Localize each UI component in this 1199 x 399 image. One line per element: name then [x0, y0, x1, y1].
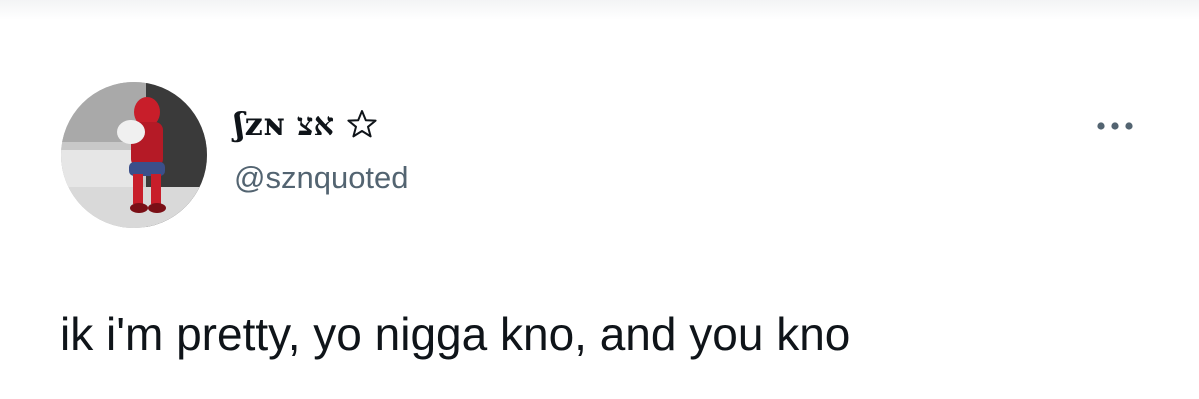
user-handle[interactable]: @sznquoted: [234, 160, 409, 196]
tweet-card: ʃzɴ אצ @sznquoted ik i'm pretty, yo nigg…: [0, 0, 1199, 399]
display-name[interactable]: ʃzɴ אצ: [234, 104, 378, 144]
avatar[interactable]: [61, 82, 207, 228]
avatar-image: [61, 82, 207, 228]
tweet-text: ik i'm pretty, yo nigga kno, and you kno: [60, 308, 851, 360]
display-name-text: ʃzɴ אצ: [234, 105, 335, 143]
more-options-icon: [1097, 122, 1133, 130]
more-options-button[interactable]: [1090, 112, 1140, 140]
star-outline-icon: [346, 108, 378, 140]
